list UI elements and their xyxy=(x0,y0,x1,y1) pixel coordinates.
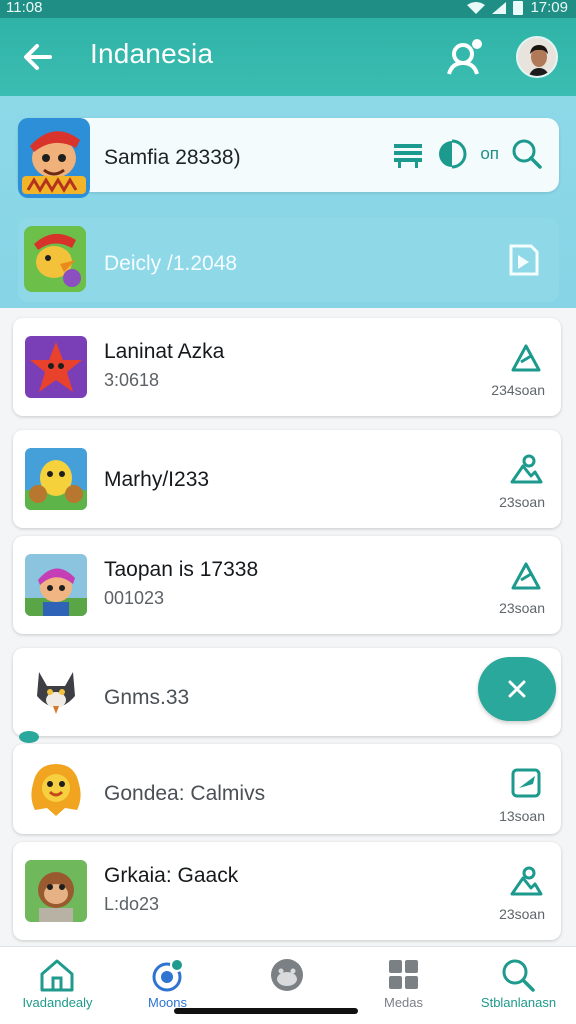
search-icon xyxy=(502,959,535,992)
status-time-right: 17:09 xyxy=(530,0,568,16)
nav-item-home[interactable]: Ivadandealy xyxy=(0,947,115,1024)
list-item-title: Taopan is 17338 xyxy=(104,558,259,581)
mountain-user-icon[interactable] xyxy=(509,864,543,898)
alert-triangle-icon[interactable] xyxy=(509,340,543,374)
mountain-user-icon[interactable] xyxy=(509,452,543,486)
search-card-label: оп xyxy=(480,144,499,163)
profile-photo-icon xyxy=(518,38,556,76)
list-item-meta: 13soan xyxy=(499,808,545,824)
list-item[interactable]: Laninat Azka 3:0618 234soan xyxy=(13,318,561,416)
list-filter-icon[interactable] xyxy=(392,138,424,170)
target-icon xyxy=(152,958,184,992)
status-bar: 11:08 17:09 xyxy=(0,0,576,18)
home-icon xyxy=(40,959,74,992)
list-item[interactable]: Gondea: Calmivs 13soan xyxy=(13,744,561,834)
game-thumbnail-kid xyxy=(25,554,87,616)
list-item[interactable]: Taopan is 17338 001023 23soan xyxy=(13,536,561,634)
list-item-title: Laninat Azka xyxy=(104,340,225,363)
nav-item-label: Stblanlanasn xyxy=(480,995,557,1010)
list-item-title: Gnms.33 xyxy=(104,686,190,709)
search-icon[interactable] xyxy=(511,138,543,170)
battery-icon xyxy=(513,1,524,15)
edit-icon[interactable] xyxy=(509,766,543,800)
app-bar: Indanesia xyxy=(0,18,576,96)
game-thumbnail-wolf xyxy=(25,662,87,724)
close-icon xyxy=(508,680,526,698)
featured-item-title: Deicly /1.2048 xyxy=(104,252,238,275)
nav-item-label: Ivadandealy xyxy=(22,995,93,1010)
game-thumbnail-star xyxy=(25,336,87,398)
page-title: Indanesia xyxy=(90,38,214,69)
home-indicator[interactable] xyxy=(174,1008,358,1014)
face-icon xyxy=(271,959,303,991)
person-search-icon[interactable] xyxy=(444,36,486,78)
status-time: 11:08 xyxy=(6,0,43,16)
list-item-meta: 23soan xyxy=(499,600,545,616)
signal-icon xyxy=(492,2,507,14)
search-card-actions: оп xyxy=(392,138,543,170)
featured-item[interactable]: Deicly /1.2048 xyxy=(18,218,559,302)
game-thumbnail-monkey xyxy=(25,860,87,922)
list-item-title: Grkaia: Gaack xyxy=(104,864,239,887)
contrast-icon[interactable] xyxy=(436,138,468,170)
list-item-subtitle: L:do23 xyxy=(104,894,160,914)
game-thumbnail-chick xyxy=(25,448,87,510)
grid-icon xyxy=(389,960,418,989)
close-fab-button[interactable] xyxy=(478,657,556,721)
list-item-meta: 23soan xyxy=(499,494,545,510)
list-item-subtitle: 3:0618 xyxy=(104,370,160,390)
game-thumbnail-pirate xyxy=(18,118,90,198)
game-thumbnail-duck xyxy=(25,758,87,820)
nav-item-label: Medas xyxy=(383,995,424,1010)
status-icons: 17:09 xyxy=(467,0,568,16)
search-card[interactable]: Samfia 28338) оп xyxy=(18,118,559,198)
search-card-title: Samfia 28338) xyxy=(104,146,241,169)
hero-section: Samfia 28338) оп Deicly /1.2048 xyxy=(0,96,576,308)
list-item-subtitle: 001023 xyxy=(104,588,165,608)
game-thumbnail-bird xyxy=(24,226,86,292)
share-doc-icon[interactable] xyxy=(505,242,541,278)
back-arrow-icon[interactable] xyxy=(20,40,56,74)
list-item-title: Gondea: Calmivs xyxy=(104,782,266,805)
nav-item-search[interactable]: Stblanlanasn xyxy=(461,947,576,1024)
scroll-indicator xyxy=(19,731,39,743)
nav-item-medas[interactable]: Medas xyxy=(346,947,461,1024)
list-item-meta: 23soan xyxy=(499,906,545,922)
list-item[interactable]: Marhy/I233 23soan xyxy=(13,430,561,528)
list-item-title: Marhy/I233 xyxy=(104,468,210,491)
wifi-icon xyxy=(467,2,486,14)
alert-triangle-icon[interactable] xyxy=(509,558,543,592)
avatar[interactable] xyxy=(516,36,558,78)
list-item[interactable]: Grkaia: Gaack L:do23 23soan xyxy=(13,842,561,940)
list-item-meta: 234soan xyxy=(491,382,545,398)
